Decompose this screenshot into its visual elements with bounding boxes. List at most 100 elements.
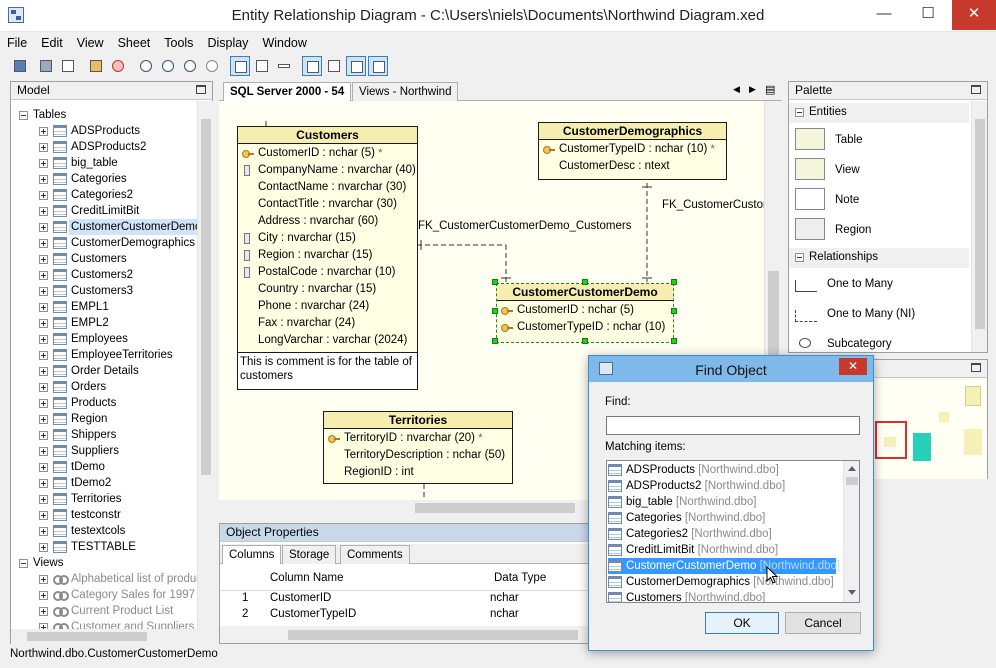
column-row[interactable]: LongVarchar : varchar (2024): [238, 332, 417, 349]
expand-icon[interactable]: [39, 543, 48, 552]
save-button[interactable]: [10, 56, 30, 76]
matching-item[interactable]: Categories [Northwind.dbo]: [608, 510, 836, 526]
tree-view-item[interactable]: Customer and Suppliers b: [11, 619, 197, 629]
stop-button[interactable]: [108, 56, 128, 76]
column-row[interactable]: ContactTitle : nvarchar (30): [238, 196, 417, 213]
tree-table-item[interactable]: CustomerDemographics: [11, 235, 197, 251]
menu-window[interactable]: Window: [255, 34, 313, 52]
hscroll-thumb[interactable]: [415, 503, 575, 513]
column-row[interactable]: ContactName : nvarchar (30): [238, 179, 417, 196]
column-row[interactable]: CompanyName : nvarchar (40): [238, 162, 417, 179]
tree-table-item[interactable]: Employees: [11, 331, 197, 347]
column-row[interactable]: CustomerDesc : ntext: [539, 158, 726, 175]
tab-storage[interactable]: Storage: [282, 545, 337, 564]
scroll-thumb[interactable]: [846, 477, 858, 485]
tree-table-item[interactable]: tDemo: [11, 459, 197, 475]
tree-table-item[interactable]: EmployeeTerritories: [11, 347, 197, 363]
expand-icon[interactable]: [39, 239, 48, 248]
expand-icon[interactable]: [39, 127, 48, 136]
tree-table-item[interactable]: Customers: [11, 251, 197, 267]
expand-icon[interactable]: [39, 351, 48, 360]
expand-icon[interactable]: [39, 223, 48, 232]
tab-comments[interactable]: Comments: [340, 545, 410, 564]
expand-icon[interactable]: [39, 271, 48, 280]
matching-item[interactable]: CustomerCustomerDemo [Northwind.dbo]: [608, 558, 840, 574]
expand-icon[interactable]: [39, 399, 48, 408]
scroll-thumb[interactable]: [201, 119, 211, 475]
expand-icon[interactable]: [39, 495, 48, 504]
view-full-button[interactable]: [230, 56, 250, 76]
tab-next-button[interactable]: ▶: [749, 84, 756, 95]
matching-item[interactable]: CustomerDemographics [Northwind.dbo]: [608, 574, 836, 590]
tree-table-item[interactable]: Orders: [11, 379, 197, 395]
column-row[interactable]: Country : nvarchar (15): [238, 281, 417, 298]
matching-item[interactable]: Customers [Northwind.dbo]: [608, 590, 836, 602]
tree-table-item[interactable]: ADSProducts2: [11, 139, 197, 155]
collapse-icon[interactable]: [795, 108, 804, 117]
column-row[interactable]: CustomerID : nchar (5) *: [238, 145, 417, 162]
expand-icon[interactable]: [39, 287, 48, 296]
tree-table-item[interactable]: ADSProducts: [11, 123, 197, 139]
tree-table-item[interactable]: testextcols: [11, 523, 197, 539]
menu-display[interactable]: Display: [200, 34, 255, 52]
matching-item[interactable]: CreditLimitBit [Northwind.dbo]: [608, 542, 836, 558]
minimize-button[interactable]: —: [862, 0, 906, 30]
collapse-icon[interactable]: [19, 111, 28, 120]
palette-entities-group[interactable]: Entities: [789, 103, 969, 123]
pin-icon[interactable]: [971, 363, 981, 372]
view-name-button[interactable]: [274, 56, 294, 76]
cancel-button[interactable]: Cancel: [785, 612, 861, 634]
entity-customer-demographics[interactable]: CustomerDemographics CustomerTypeID : nc…: [538, 122, 727, 180]
tree-table-item[interactable]: Shippers: [11, 427, 197, 443]
expand-icon[interactable]: [39, 591, 48, 600]
find-input[interactable]: [606, 416, 860, 435]
tree-table-item[interactable]: Categories: [11, 171, 197, 187]
tree-view-item[interactable]: Category Sales for 1997: [11, 587, 197, 603]
selection-handle[interactable]: [582, 338, 588, 344]
expand-icon[interactable]: [39, 191, 48, 200]
expand-icon[interactable]: [39, 303, 48, 312]
expand-icon[interactable]: [39, 527, 48, 536]
tree-table-item[interactable]: Territories: [11, 491, 197, 507]
tab-views-northwind[interactable]: Views - Northwind: [352, 82, 459, 101]
hscroll-thumb[interactable]: [288, 630, 578, 640]
expand-icon[interactable]: [39, 575, 48, 584]
collapse-icon[interactable]: [795, 253, 804, 262]
tree-table-item[interactable]: Order Details: [11, 363, 197, 379]
palette-relationships-group[interactable]: Relationships: [789, 248, 969, 268]
model-tree-scrollbar[interactable]: [197, 101, 213, 629]
hscroll-thumb[interactable]: [27, 632, 147, 641]
selection-handle[interactable]: [492, 279, 498, 285]
menu-tools[interactable]: Tools: [157, 34, 200, 52]
tree-table-item[interactable]: testconstr: [11, 507, 197, 523]
expand-icon[interactable]: [39, 175, 48, 184]
column-row[interactable]: TerritoryDescription : nchar (50): [324, 447, 512, 464]
menu-file[interactable]: File: [0, 34, 34, 52]
matching-item[interactable]: Categories2 [Northwind.dbo]: [608, 526, 836, 542]
selection-handle[interactable]: [582, 279, 588, 285]
selection-handle[interactable]: [671, 279, 677, 285]
row-data-type[interactable]: nchar: [490, 608, 519, 620]
column-row[interactable]: RegionID : int: [324, 464, 512, 481]
matching-item[interactable]: big_table [Northwind.dbo]: [608, 494, 836, 510]
row-column-name[interactable]: CustomerID: [270, 592, 331, 604]
list-scrollbar[interactable]: [843, 461, 859, 602]
expand-icon[interactable]: [39, 511, 48, 520]
tree-view-item[interactable]: Alphabetical list of produc: [11, 571, 197, 587]
tree-table-item[interactable]: Customers3: [11, 283, 197, 299]
tree-table-item[interactable]: Region: [11, 411, 197, 427]
selection-handle[interactable]: [492, 338, 498, 344]
selection-handle[interactable]: [492, 308, 498, 314]
print-button[interactable]: [36, 56, 56, 76]
scroll-down-icon[interactable]: [848, 590, 856, 595]
selection-handle[interactable]: [671, 338, 677, 344]
view-compact-button[interactable]: [252, 56, 272, 76]
expand-icon[interactable]: [39, 335, 48, 344]
expand-icon[interactable]: [39, 463, 48, 472]
show-relations-button[interactable]: [368, 56, 388, 76]
tree-table-item[interactable]: Suppliers: [11, 443, 197, 459]
expand-icon[interactable]: [39, 479, 48, 488]
scroll-thumb[interactable]: [975, 119, 985, 329]
header-column-name[interactable]: Column Name: [270, 572, 344, 584]
row-column-name[interactable]: CustomerTypeID: [270, 608, 356, 620]
